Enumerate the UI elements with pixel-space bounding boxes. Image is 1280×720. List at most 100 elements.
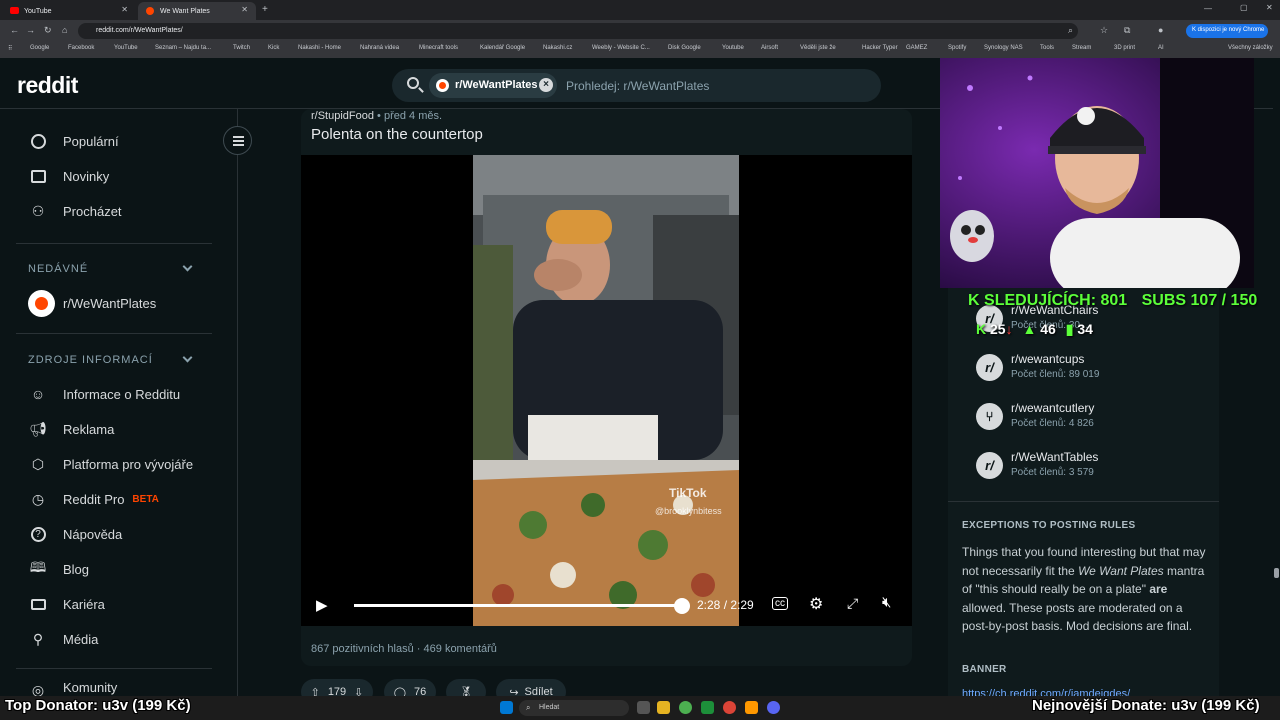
- scrollbar-thumb[interactable]: [1274, 568, 1279, 578]
- bookmarks-bar: ⠿ Google Facebook YouTube Seznam – Najdu…: [0, 42, 1280, 58]
- bookmark[interactable]: YouTube: [114, 45, 138, 51]
- subreddit-search-chip[interactable]: r/WeWantPlates ×: [429, 73, 557, 98]
- bookmark[interactable]: Minecraft tools: [419, 45, 458, 51]
- sidebar-item-careers[interactable]: Kariéra: [28, 589, 218, 619]
- divider: [16, 333, 212, 334]
- extensions-icon[interactable]: ⧉: [1124, 25, 1130, 36]
- video-time: 2:28 / 2:29: [697, 598, 754, 612]
- mute-icon[interactable]: 🔇︎: [882, 594, 891, 611]
- task-view-icon[interactable]: [637, 701, 650, 714]
- bookmark[interactable]: 3D print: [1114, 45, 1135, 51]
- top-donator: Top Donator: u3v (199 Kč): [5, 697, 191, 714]
- bookmark[interactable]: Kick: [268, 45, 279, 51]
- sidebar-item-communities[interactable]: ◎ Komunity: [28, 680, 218, 696]
- sidebar-item-developer-platform[interactable]: ⬡ Platforma pro vývojáře: [28, 449, 218, 479]
- scrollbar[interactable]: [1273, 58, 1280, 696]
- stream-counters: K 25↓ ▲ 46 ▮ 34: [976, 321, 1093, 338]
- play-icon[interactable]: ▶: [316, 596, 328, 614]
- bookmark[interactable]: Airsoft: [761, 45, 778, 51]
- post-subreddit[interactable]: r/StupidFood: [311, 110, 374, 122]
- close-icon[interactable]: ✕: [241, 5, 248, 14]
- bookmark[interactable]: GAMEZ: [906, 45, 927, 51]
- recent-heading[interactable]: NEDÁVNÉ: [28, 263, 88, 275]
- reddit-logo[interactable]: reddit: [17, 72, 78, 99]
- bookmark[interactable]: Nakashi.cz: [543, 45, 572, 51]
- bookmark[interactable]: Disk Google: [668, 45, 701, 51]
- sidebar-item-press[interactable]: ⚲ Média: [28, 624, 218, 654]
- bookmark[interactable]: Nakashi - Home: [298, 45, 341, 51]
- bookmark[interactable]: Weebly - Website C...: [592, 45, 650, 51]
- excel-icon[interactable]: [701, 701, 714, 714]
- zoom-icon[interactable]: ⌕: [1068, 25, 1073, 36]
- sidebar-item-reddit-pro[interactable]: ◷ Reddit Pro BETA: [28, 484, 218, 514]
- bookmark[interactable]: Nahraná videa: [360, 45, 399, 51]
- sidebar-item-news[interactable]: Novinky: [28, 161, 218, 191]
- taskbar-search[interactable]: ⌕ Hledat: [519, 700, 629, 716]
- sidebar-item-wewantplates[interactable]: r/WeWantPlates: [28, 288, 218, 318]
- post-title[interactable]: Polenta on the countertop: [311, 126, 483, 143]
- progress-bar[interactable]: [354, 604, 682, 607]
- close-icon[interactable]: ✕: [121, 5, 128, 14]
- bookmark[interactable]: Youtube: [722, 45, 744, 51]
- bookmark[interactable]: Kalendář Google: [480, 45, 525, 51]
- sidebar-item-popular[interactable]: Populární: [28, 126, 218, 156]
- maximize-icon[interactable]: ▢: [1240, 3, 1248, 12]
- search-input[interactable]: Prohledej: r/WeWantPlates: [566, 79, 709, 93]
- collapse-sidebar-button[interactable]: [223, 126, 252, 155]
- bookmark[interactable]: Hacker Typer: [862, 45, 898, 51]
- close-icon[interactable]: ×: [539, 78, 553, 92]
- profile-icon[interactable]: ●: [1158, 25, 1163, 35]
- apps-icon[interactable]: ⠿: [8, 45, 12, 52]
- new-tab-icon[interactable]: +: [262, 4, 268, 15]
- related-subreddit[interactable]: r/ r/wewantcups Počet členů: 89 019: [976, 352, 1206, 386]
- sidebar-item-help[interactable]: ? Nápověda: [28, 519, 218, 549]
- chrome-update-button[interactable]: K dispozici je nový Chrome: [1186, 24, 1268, 38]
- bookmark[interactable]: Stream: [1072, 45, 1091, 51]
- fullscreen-icon[interactable]: ⤢: [847, 595, 858, 612]
- tab-we-want-plates[interactable]: We Want Plates ✕: [138, 2, 256, 20]
- forward-icon[interactable]: →: [26, 25, 35, 35]
- related-subreddit[interactable]: r/ r/WeWantTables Počet členů: 3 579: [976, 450, 1206, 484]
- search-bar[interactable]: r/WeWantPlates × Prohledej: r/WeWantPlat…: [392, 69, 881, 102]
- settings-icon[interactable]: ⚙: [809, 594, 823, 614]
- book-icon: 🕮︎: [29, 559, 47, 575]
- sidebar-item-explore[interactable]: ⚇ Procházet: [28, 196, 218, 226]
- chrome-icon[interactable]: [679, 701, 692, 714]
- windows-start-icon[interactable]: [500, 701, 513, 714]
- post-stats: 867 pozitivních hlasů · 469 komentářů: [311, 643, 497, 655]
- bookmark[interactable]: Seznam – Najdu ta...: [155, 45, 211, 51]
- home-icon[interactable]: ⌂: [62, 25, 67, 35]
- resources-heading[interactable]: ZDROJE INFORMACÍ: [28, 354, 153, 366]
- back-icon[interactable]: ←: [10, 25, 19, 35]
- bookmark[interactable]: Facebook: [68, 45, 94, 51]
- bookmark[interactable]: Všechny záložky: [1228, 45, 1273, 51]
- bookmark[interactable]: Google: [30, 45, 49, 51]
- bookmark[interactable]: Spotify: [948, 45, 966, 51]
- url-field[interactable]: reddit.com/r/WeWantPlates/: [78, 23, 1078, 39]
- captions-icon[interactable]: cc: [772, 597, 788, 610]
- minimize-icon[interactable]: —: [1204, 4, 1212, 13]
- progress-handle[interactable]: [674, 598, 690, 614]
- file-explorer-icon[interactable]: [657, 701, 670, 714]
- bookmark-star-icon[interactable]: ☆: [1100, 25, 1108, 36]
- app-icon[interactable]: [723, 701, 736, 714]
- sidebar-item-about-reddit[interactable]: ☺ Informace o Redditu: [28, 379, 218, 409]
- sidebar-item-blog[interactable]: 🕮︎ Blog: [28, 554, 218, 584]
- communities-icon: ◎: [31, 681, 45, 697]
- reload-icon[interactable]: ↻: [44, 25, 52, 36]
- bookmark[interactable]: Twitch: [233, 45, 250, 51]
- discord-icon[interactable]: [767, 701, 780, 714]
- bookmark[interactable]: AI: [1158, 45, 1164, 51]
- beta-badge: BETA: [132, 493, 159, 505]
- bookmark[interactable]: Synology NAS: [984, 45, 1023, 51]
- bookmark[interactable]: Věděli jste že: [800, 45, 836, 51]
- app-icon[interactable]: [745, 701, 758, 714]
- tiktok-watermark: TikTok: [669, 486, 707, 500]
- bookmark[interactable]: Tools: [1040, 45, 1054, 51]
- rules-heading: EXCEPTIONS TO POSTING RULES: [962, 520, 1136, 531]
- close-window-icon[interactable]: ✕: [1266, 3, 1273, 12]
- related-subreddit[interactable]: ⑂ r/wewantcutlery Počet členů: 4 826: [976, 401, 1206, 435]
- sidebar-item-advertise[interactable]: 📢︎ Reklama: [28, 414, 218, 444]
- tab-youtube[interactable]: YouTube ✕: [2, 2, 136, 20]
- video-frame[interactable]: TikTok @brooklynbitess: [473, 155, 739, 626]
